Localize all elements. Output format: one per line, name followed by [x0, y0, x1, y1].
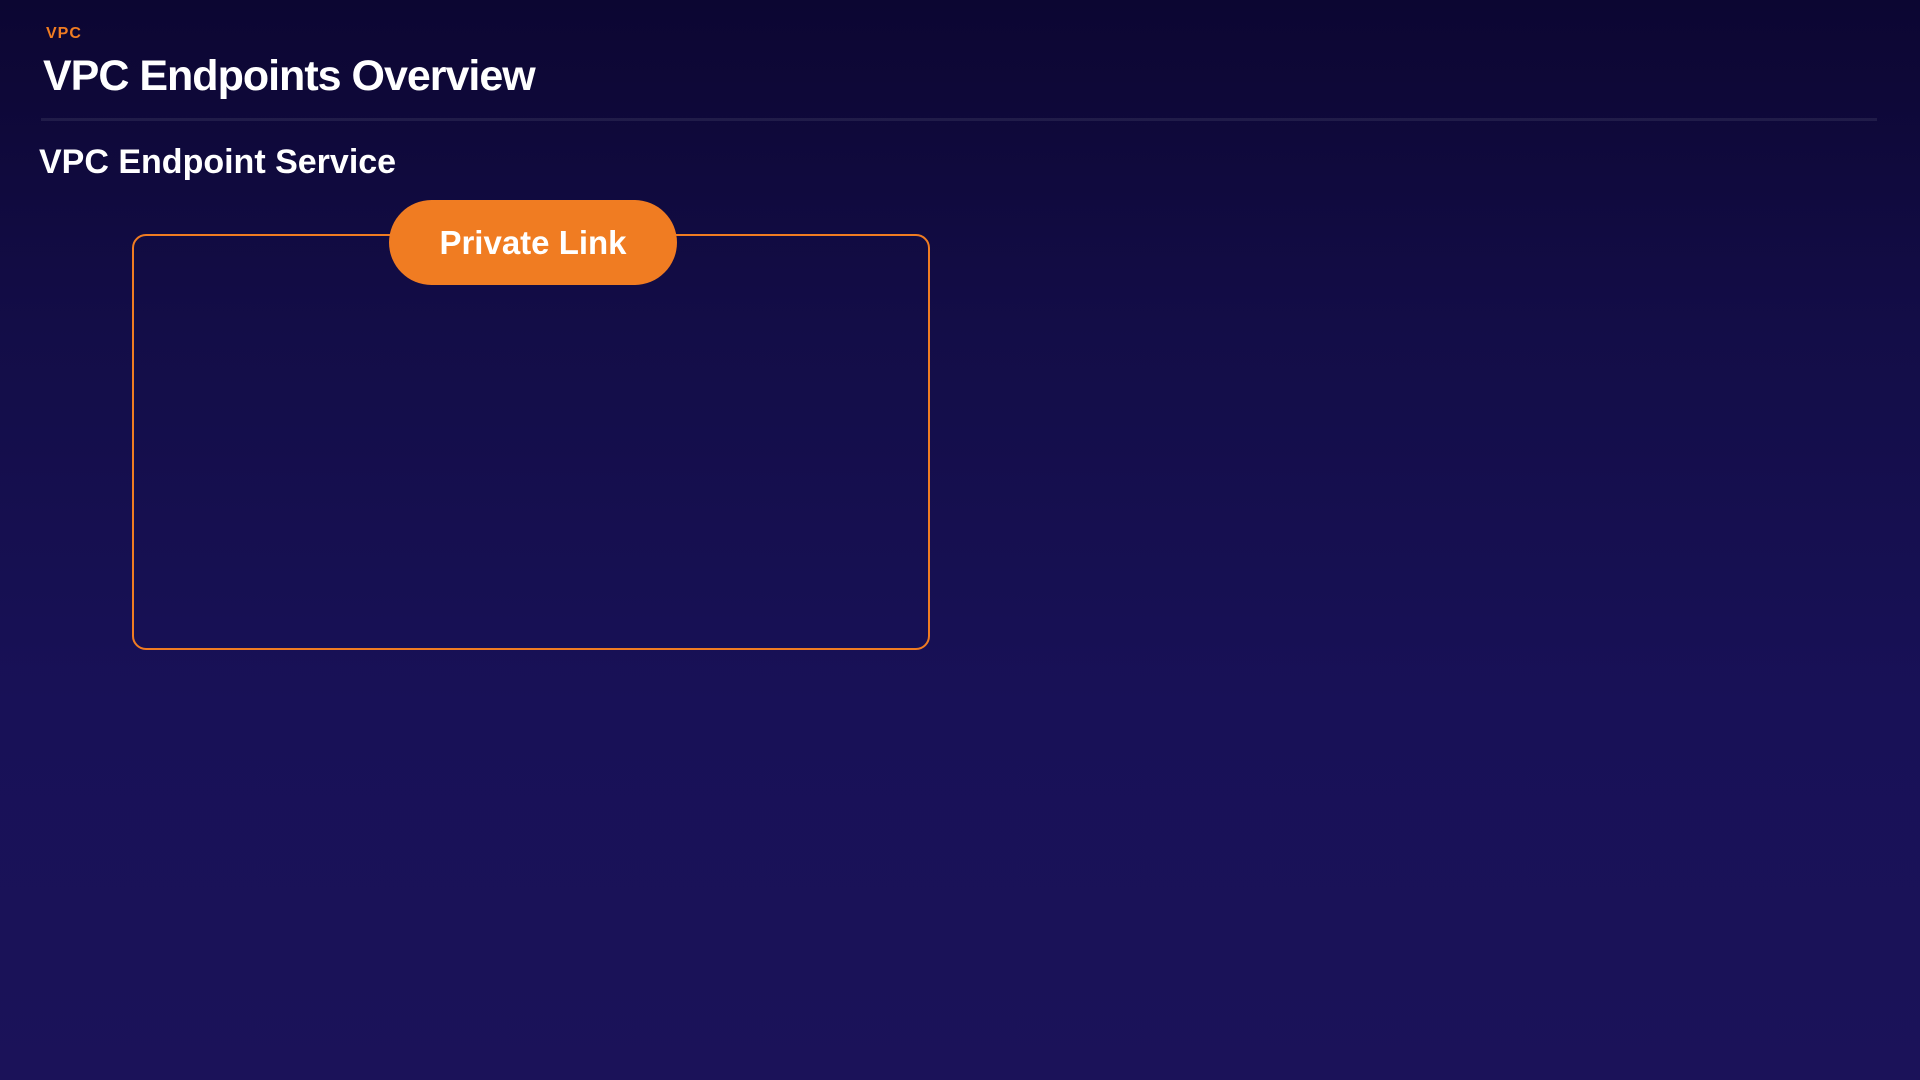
section-title: VPC Endpoint Service: [39, 143, 397, 181]
header-divider: [41, 118, 1877, 121]
private-link-label: Private Link: [389, 200, 677, 285]
eyebrow-label: VPC: [46, 25, 82, 42]
page-title: VPC Endpoints Overview: [43, 52, 536, 100]
private-link-container: [132, 234, 930, 650]
